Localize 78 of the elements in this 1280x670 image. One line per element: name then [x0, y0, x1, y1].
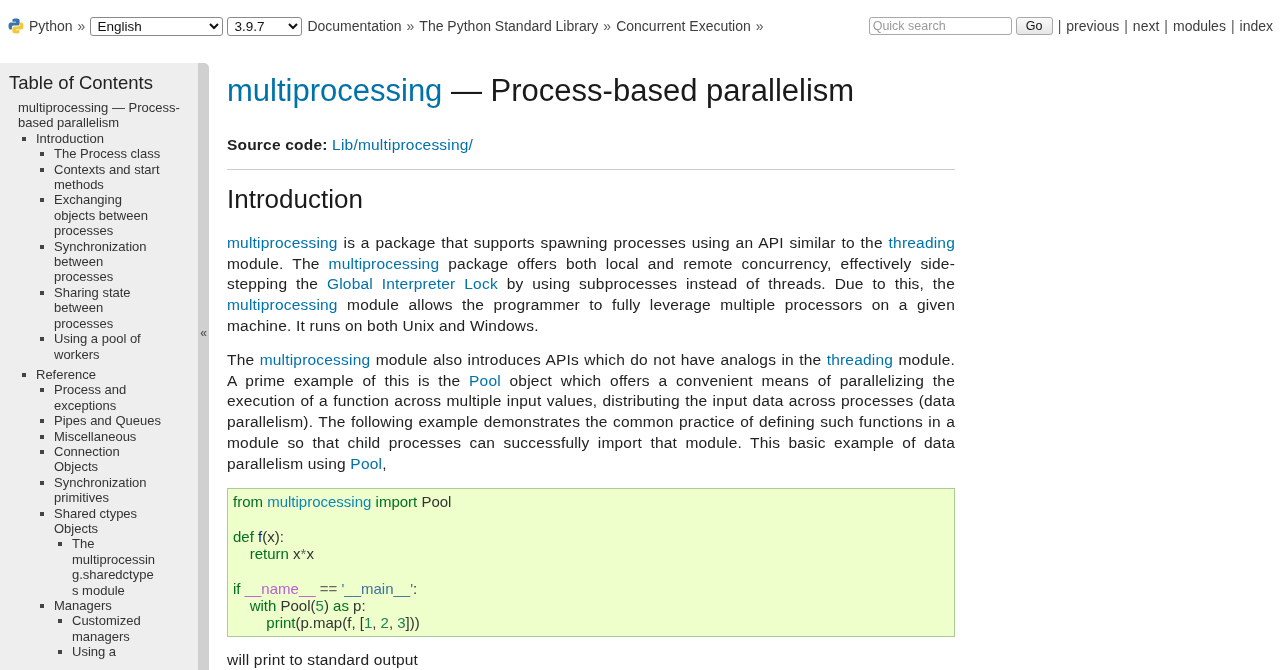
doc-link[interactable]: multiprocessing: [227, 296, 338, 314]
nav-link[interactable]: next: [1132, 18, 1160, 34]
doc-link[interactable]: Pool: [469, 371, 501, 389]
doc-link[interactable]: Global Interpreter Lock: [326, 275, 498, 293]
paragraph: The multiprocessing module also introduces APIs which do not have analogs in the threading module. A prime example of this is the Pool object which offers a convenient means of parallelizing the execution of a function across multiple input values, distributing the input data across processes (data parallelism). The following example demonstrates the common practice of defining such functions in a module so that child processes can successfully import that module. This basic example of data parallelism using Pool,: [227, 350, 955, 474]
toc-link[interactable]: Introduction: [36, 130, 104, 147]
toc-link[interactable]: Contexts and start methods: [54, 161, 165, 193]
toc-link[interactable]: Synchronization primitives: [54, 474, 165, 506]
search-field[interactable]: Quick search: [868, 17, 1012, 35]
breadcrumb-link[interactable]: Documentation: [307, 18, 402, 34]
breadcrumb-link[interactable]: The Python Standard Library: [419, 18, 599, 34]
toc-link[interactable]: Shared ctypes Objects: [54, 505, 165, 537]
nav-separator: |: [1124, 18, 1128, 34]
sidebar-collapse-button[interactable]: «: [198, 63, 209, 670]
bullet-icon: [40, 511, 44, 516]
go-button[interactable]: Go: [1015, 17, 1053, 35]
bullet-icon: [58, 650, 62, 655]
breadcrumb-separator: »: [603, 18, 612, 34]
nav-link[interactable]: modules: [1172, 18, 1226, 34]
bullet-icon: [40, 434, 44, 439]
source-code-line: Source code: Lib/multiprocessing/: [227, 135, 475, 155]
toc-link[interactable]: Using a pool of workers: [54, 331, 165, 362]
breadcrumb-link[interactable]: Concurrent Execution: [616, 18, 751, 34]
toc-link[interactable]: Customized managers: [72, 613, 159, 645]
toc-link[interactable]: Using a: [72, 644, 117, 660]
doc-link[interactable]: multiprocessing: [227, 234, 338, 251]
toc-link[interactable]: Sharing state between processes: [54, 284, 165, 332]
home-link[interactable]: Python: [29, 18, 73, 34]
toc-link[interactable]: The Process class: [54, 146, 161, 162]
code-block: from multiprocessing import Pool def f(x): return x*x if __name__ == '__main__': with Pool(5) as p: print(p.map(f, [1, 2, 3])): [227, 488, 955, 637]
toc-link[interactable]: Process and exceptions: [54, 382, 165, 414]
doc-link[interactable]: Pool: [350, 454, 383, 472]
doc-link[interactable]: threading: [826, 351, 894, 368]
bullet-icon: [22, 136, 26, 141]
bullet-icon: [40, 337, 44, 342]
bullet-icon: [40, 388, 44, 393]
doc-link[interactable]: multiprocessing: [328, 254, 440, 272]
doc-link[interactable]: multiprocessing: [259, 351, 371, 368]
nav-separator: |: [1230, 18, 1235, 34]
bullet-icon: [40, 449, 44, 454]
source-link[interactable]: Lib/multiprocessing/: [332, 136, 474, 153]
toc-link[interactable]: Exchanging objects between processes: [54, 192, 165, 239]
bullet-icon: [40, 290, 44, 295]
bullet-icon: [40, 244, 44, 249]
toc-link[interactable]: Synchronization between processes: [54, 238, 165, 285]
bullet-icon: [58, 619, 62, 624]
toc-link[interactable]: Miscellaneous: [54, 428, 137, 444]
page-title: multiprocessing — Process-based parallelism: [227, 72, 856, 110]
language-select[interactable]: English: [90, 16, 224, 36]
bullet-icon: [40, 604, 44, 608]
section-heading: Introduction: [227, 184, 364, 214]
bullet-icon: [58, 542, 62, 547]
bullet-icon: [22, 372, 26, 377]
module-link[interactable]: multiprocessing: [227, 73, 443, 108]
nav-separator: |: [1057, 18, 1062, 34]
bullet-icon: [40, 419, 44, 424]
bullet-icon: [40, 198, 44, 203]
toc-link[interactable]: Connection Objects: [54, 443, 165, 475]
breadcrumb-separator: »: [77, 18, 86, 34]
logo-icon: [8, 18, 24, 34]
bullet-icon: [40, 480, 44, 485]
paragraph: will print to standard output: [227, 650, 420, 668]
toc-link[interactable]: Managers: [54, 598, 112, 614]
bullet-icon: [40, 167, 44, 172]
doc-link[interactable]: threading: [888, 234, 955, 251]
breadcrumb-separator: »: [406, 18, 415, 34]
breadcrumb-separator: »: [755, 18, 764, 34]
toc-link[interactable]: multiprocessing — Process-based parallelism: [18, 100, 188, 131]
version-select[interactable]: 3.9.7: [227, 16, 303, 36]
nav-link[interactable]: index: [1239, 18, 1273, 34]
bullet-icon: [40, 152, 44, 157]
toc-link[interactable]: Pipes and Queues: [54, 413, 161, 429]
sidebar-title: Table of Contents: [8, 71, 154, 95]
toc-link[interactable]: The multiprocessing.sharedctypes module: [72, 536, 159, 598]
toc-link[interactable]: Reference: [36, 366, 96, 383]
nav-separator: |: [1164, 18, 1168, 34]
nav-link[interactable]: previous: [1066, 18, 1120, 34]
paragraph: multiprocessing is a package that supports spawning processes using an API similar to the threading module. The multiprocessing package offers both local and remote concurrency, effectively side-stepping the Global Interpreter Lock by using subprocesses instead of threads. Due to this, the multiprocessing module allows the programmer to fully leverage multiple processors on a given machine. It runs on both Unix and Windows.: [227, 233, 955, 336]
